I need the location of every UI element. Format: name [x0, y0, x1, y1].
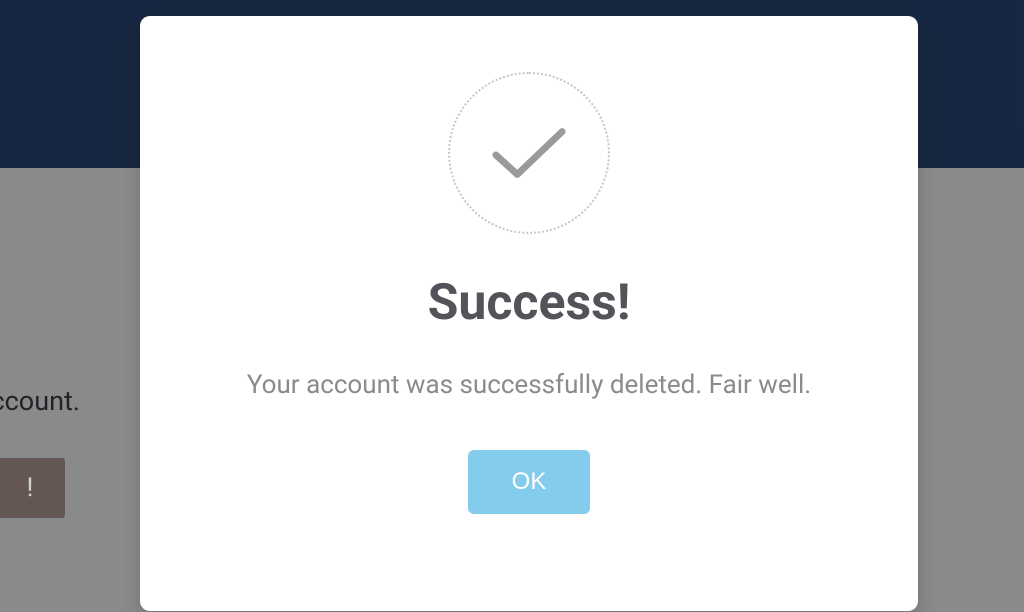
modal-title: Success!: [428, 274, 631, 332]
ok-button-label: OK: [512, 468, 547, 495]
checkmark-icon: [448, 72, 610, 234]
modal-message: Your account was successfully deleted. F…: [247, 370, 811, 400]
success-modal: Success! Your account was successfully d…: [140, 16, 918, 611]
ok-button[interactable]: OK: [468, 450, 591, 514]
